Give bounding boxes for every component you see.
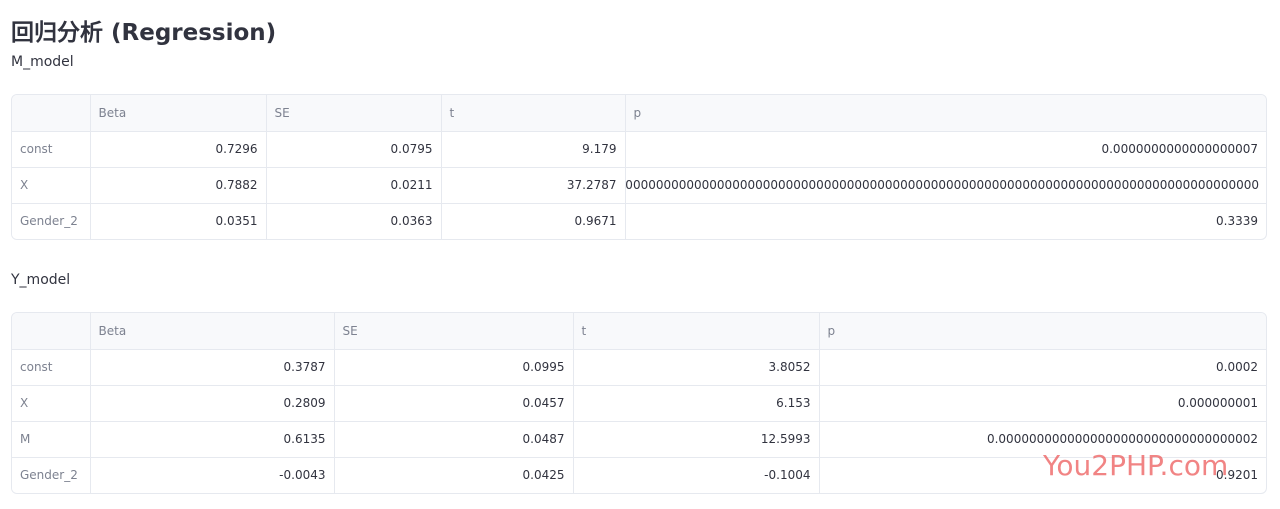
y-model-heading: Y_model bbox=[11, 272, 71, 288]
cell-beta[interactable]: 0.3787 bbox=[90, 349, 335, 386]
cell-p[interactable]: 0.000000001 bbox=[819, 385, 1266, 422]
table-header-row: Beta SE t p bbox=[12, 313, 1266, 350]
column-header-beta[interactable]: Beta bbox=[90, 95, 267, 132]
m-model-heading: M_model bbox=[11, 54, 74, 70]
cell-p[interactable]: 0.9201 bbox=[819, 457, 1266, 493]
cell-se[interactable]: 0.0457 bbox=[334, 385, 574, 422]
row-index[interactable]: Gender_2 bbox=[12, 203, 91, 239]
table-row: const 0.3787 0.0995 3.8052 0.0002 bbox=[12, 349, 1266, 386]
cell-p[interactable]: 0.0000000000000000000000000000000002 bbox=[819, 421, 1266, 458]
cell-se[interactable]: 0.0425 bbox=[334, 457, 574, 493]
table-row: M 0.6135 0.0487 12.5993 0.00000000000000… bbox=[12, 421, 1266, 458]
cell-t[interactable]: 37.2787 bbox=[441, 167, 626, 204]
y-model-table[interactable]: Beta SE t p const 0.3787 0.0995 3.8052 0… bbox=[11, 312, 1267, 494]
column-header-se[interactable]: SE bbox=[266, 95, 442, 132]
table-row: Gender_2 -0.0043 0.0425 -0.1004 0.9201 bbox=[12, 457, 1266, 493]
cell-se[interactable]: 0.0995 bbox=[334, 349, 574, 386]
cell-beta[interactable]: 0.7296 bbox=[90, 131, 267, 168]
cell-beta[interactable]: 0.2809 bbox=[90, 385, 335, 422]
table-header-row: Beta SE t p bbox=[12, 95, 1266, 132]
row-index[interactable]: Gender_2 bbox=[12, 457, 91, 493]
column-header-p[interactable]: p bbox=[819, 313, 1266, 350]
column-header-t[interactable]: t bbox=[441, 95, 626, 132]
page-title: 回归分析 (Regression) bbox=[11, 20, 277, 47]
cell-t[interactable]: 6.153 bbox=[573, 385, 820, 422]
cell-se[interactable]: 0.0363 bbox=[266, 203, 442, 239]
cell-t[interactable]: 9.179 bbox=[441, 131, 626, 168]
table-row: X 0.2809 0.0457 6.153 0.000000001 bbox=[12, 385, 1266, 422]
table-row: Gender_2 0.0351 0.0363 0.9671 0.3339 bbox=[12, 203, 1266, 239]
cell-t[interactable]: 12.5993 bbox=[573, 421, 820, 458]
cell-t[interactable]: 3.8052 bbox=[573, 349, 820, 386]
row-index[interactable]: M bbox=[12, 421, 91, 458]
cell-t[interactable]: -0.1004 bbox=[573, 457, 820, 493]
cell-beta[interactable]: 0.0351 bbox=[90, 203, 267, 239]
cell-p[interactable]: 0.3339 bbox=[625, 203, 1266, 239]
cell-p[interactable]: 0000000000000000000000000000000000000000… bbox=[625, 167, 1266, 204]
cell-se[interactable]: 0.0795 bbox=[266, 131, 442, 168]
table-row: X 0.7882 0.0211 37.2787 0000000000000000… bbox=[12, 167, 1266, 204]
row-index[interactable]: const bbox=[12, 349, 91, 386]
row-index[interactable]: X bbox=[12, 385, 91, 422]
column-header-p[interactable]: p bbox=[625, 95, 1266, 132]
cell-beta[interactable]: -0.0043 bbox=[90, 457, 335, 493]
column-header-beta[interactable]: Beta bbox=[90, 313, 335, 350]
cell-beta[interactable]: 0.6135 bbox=[90, 421, 335, 458]
cell-p[interactable]: 0.0000000000000000007 bbox=[625, 131, 1266, 168]
row-index[interactable]: X bbox=[12, 167, 91, 204]
cell-p[interactable]: 0.0002 bbox=[819, 349, 1266, 386]
cell-se[interactable]: 0.0487 bbox=[334, 421, 574, 458]
cell-t[interactable]: 0.9671 bbox=[441, 203, 626, 239]
table-row: const 0.7296 0.0795 9.179 0.000000000000… bbox=[12, 131, 1266, 168]
cell-beta[interactable]: 0.7882 bbox=[90, 167, 267, 204]
cell-se[interactable]: 0.0211 bbox=[266, 167, 442, 204]
column-header-se[interactable]: SE bbox=[334, 313, 574, 350]
index-header[interactable] bbox=[12, 95, 91, 132]
row-index[interactable]: const bbox=[12, 131, 91, 168]
m-model-table[interactable]: Beta SE t p const 0.7296 0.0795 9.179 0.… bbox=[11, 94, 1267, 240]
column-header-t[interactable]: t bbox=[573, 313, 820, 350]
index-header[interactable] bbox=[12, 313, 91, 350]
